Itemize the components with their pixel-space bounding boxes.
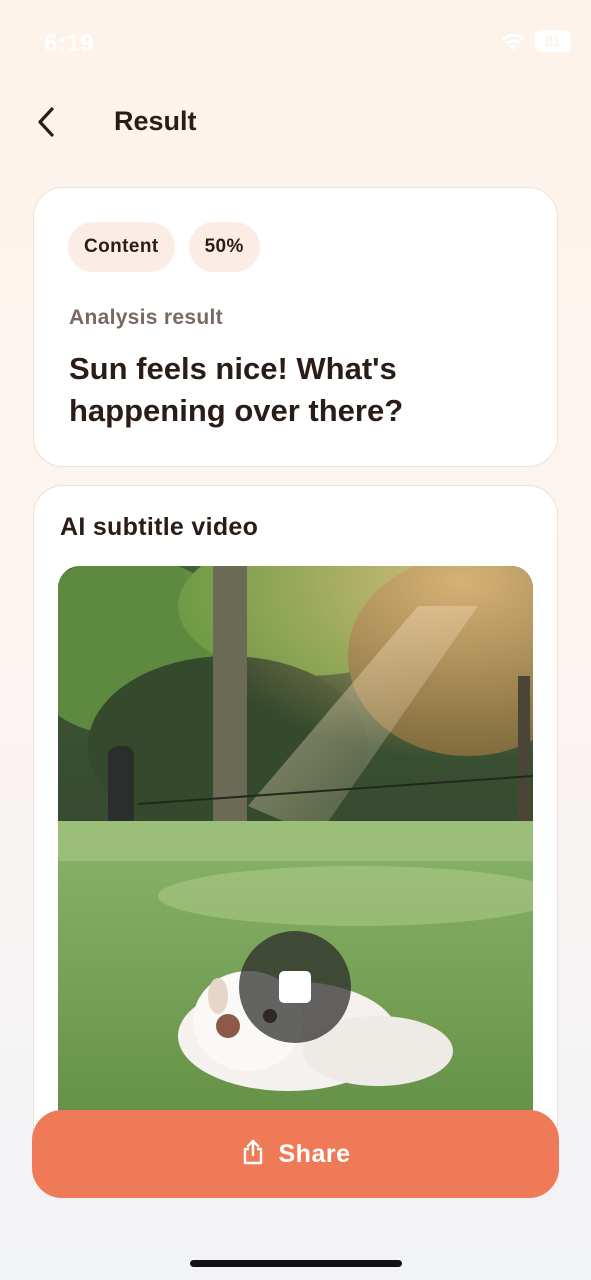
battery-level: 81	[545, 33, 561, 49]
share-icon	[241, 1138, 265, 1171]
chip-percentage: 50%	[188, 222, 260, 272]
video-card: AI subtitle video	[33, 485, 558, 1185]
share-label: Share	[278, 1139, 351, 1168]
video-player[interactable]	[58, 566, 533, 1185]
back-button[interactable]	[24, 102, 68, 146]
battery-icon: 81	[535, 30, 571, 52]
wifi-icon	[499, 30, 527, 52]
page-title: Result	[114, 106, 197, 136]
chip-list: Content 50%	[68, 222, 260, 272]
header: Result	[0, 94, 591, 154]
home-indicator[interactable]	[190, 1260, 402, 1267]
back-icon	[35, 106, 57, 143]
stop-icon	[279, 971, 311, 1003]
status-time: 6:19	[44, 30, 95, 57]
video-frame-image	[58, 566, 533, 1185]
status-bar: 6:19 81	[0, 0, 591, 84]
share-button[interactable]: Share	[32, 1110, 559, 1198]
analysis-text: Sun feels nice! What's happening over th…	[69, 351, 404, 428]
chip-category: Content	[68, 222, 175, 272]
video-title: AI subtitle video	[60, 513, 259, 541]
status-icons: 81	[499, 30, 571, 52]
analysis-label: Analysis result	[69, 306, 223, 329]
stop-button[interactable]	[239, 931, 351, 1043]
analysis-card: Content 50% Analysis result Sun feels ni…	[33, 187, 558, 467]
